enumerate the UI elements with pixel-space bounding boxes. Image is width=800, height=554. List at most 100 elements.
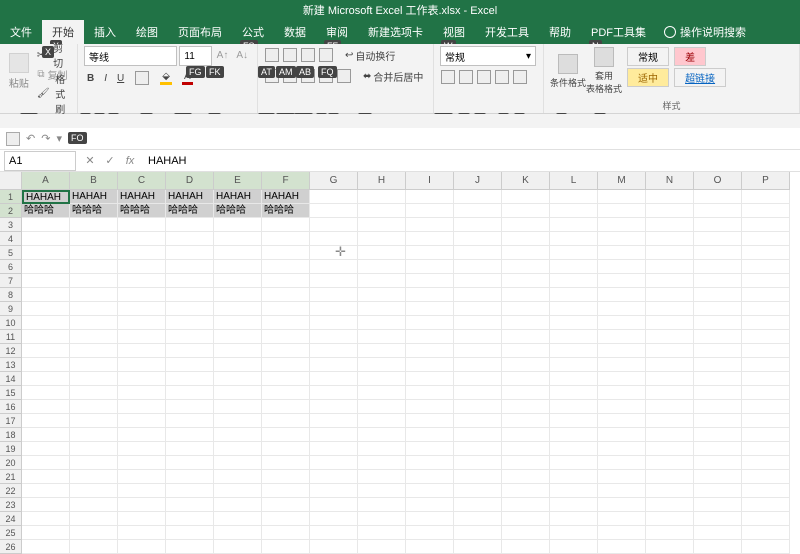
cell[interactable] — [742, 428, 790, 442]
cell[interactable] — [742, 330, 790, 344]
cell[interactable] — [454, 316, 502, 330]
cell[interactable] — [646, 456, 694, 470]
cell[interactable] — [358, 344, 406, 358]
cell[interactable] — [454, 232, 502, 246]
cell[interactable] — [70, 260, 118, 274]
row-header[interactable]: 23 — [0, 498, 22, 512]
cell[interactable] — [598, 274, 646, 288]
cell[interactable] — [454, 288, 502, 302]
font-name-dropdown[interactable]: 等线 — [84, 46, 177, 66]
underline-button[interactable]: U — [114, 69, 127, 87]
col-header-L[interactable]: L — [550, 172, 598, 190]
cell[interactable] — [646, 204, 694, 218]
cell[interactable] — [598, 218, 646, 232]
row-header[interactable]: 25 — [0, 526, 22, 540]
paste-button[interactable]: 粘贴 — [6, 46, 32, 96]
cell[interactable] — [118, 428, 166, 442]
cell[interactable] — [454, 400, 502, 414]
cell[interactable] — [502, 302, 550, 316]
style-normal[interactable]: 常规 — [627, 47, 669, 66]
cell[interactable] — [214, 316, 262, 330]
cell[interactable] — [406, 470, 454, 484]
cell[interactable] — [70, 274, 118, 288]
cell[interactable] — [310, 190, 358, 204]
cell[interactable] — [406, 274, 454, 288]
cell[interactable] — [214, 372, 262, 386]
cell[interactable] — [310, 232, 358, 246]
increase-font-button[interactable]: A↑ — [214, 46, 232, 64]
cell[interactable] — [70, 372, 118, 386]
cell[interactable] — [262, 386, 310, 400]
border-button[interactable] — [131, 69, 153, 87]
cell[interactable]: 哈哈哈 — [214, 204, 262, 218]
cell[interactable] — [598, 526, 646, 540]
cell[interactable] — [550, 400, 598, 414]
row-header[interactable]: 4 — [0, 232, 22, 246]
cell[interactable] — [358, 428, 406, 442]
cell[interactable] — [166, 218, 214, 232]
cell[interactable] — [694, 442, 742, 456]
cell[interactable] — [502, 260, 550, 274]
cell[interactable] — [694, 204, 742, 218]
inc-decimal-icon[interactable] — [495, 70, 509, 84]
cell[interactable] — [502, 190, 550, 204]
cell[interactable] — [646, 400, 694, 414]
row-header[interactable]: 8 — [0, 288, 22, 302]
cell[interactable] — [22, 442, 70, 456]
cell[interactable] — [598, 400, 646, 414]
cell[interactable] — [406, 414, 454, 428]
currency-icon[interactable] — [441, 70, 455, 84]
cell[interactable] — [118, 470, 166, 484]
cell[interactable] — [406, 218, 454, 232]
cell[interactable] — [22, 260, 70, 274]
cell[interactable] — [166, 232, 214, 246]
cell[interactable] — [550, 246, 598, 260]
cell[interactable] — [406, 358, 454, 372]
cell[interactable] — [406, 442, 454, 456]
cell[interactable] — [118, 386, 166, 400]
cell[interactable] — [214, 442, 262, 456]
cell[interactable] — [742, 316, 790, 330]
cell[interactable] — [598, 190, 646, 204]
cell[interactable] — [118, 232, 166, 246]
cell[interactable] — [742, 344, 790, 358]
cell[interactable] — [598, 260, 646, 274]
col-header-B[interactable]: B — [70, 172, 118, 190]
cell[interactable] — [262, 316, 310, 330]
cell[interactable] — [550, 274, 598, 288]
cell[interactable] — [358, 302, 406, 316]
col-header-N[interactable]: N — [646, 172, 694, 190]
cell[interactable] — [406, 330, 454, 344]
cell[interactable] — [598, 358, 646, 372]
cell[interactable] — [550, 232, 598, 246]
format-painter-button[interactable]: 🖌格式刷 — [34, 84, 71, 102]
cell[interactable] — [502, 386, 550, 400]
cell[interactable] — [358, 442, 406, 456]
tab-页面布局[interactable]: 页面布局 — [168, 20, 232, 44]
cell[interactable] — [358, 218, 406, 232]
cell[interactable] — [214, 260, 262, 274]
cell[interactable] — [646, 386, 694, 400]
row-header[interactable]: 22 — [0, 484, 22, 498]
cell[interactable] — [646, 232, 694, 246]
tab-数据[interactable]: 数据 — [274, 20, 316, 44]
cell[interactable] — [454, 204, 502, 218]
cell[interactable] — [214, 386, 262, 400]
cell[interactable] — [502, 526, 550, 540]
cell[interactable] — [262, 372, 310, 386]
cell[interactable]: HAHAH — [118, 190, 166, 204]
cell[interactable] — [694, 526, 742, 540]
cell[interactable] — [358, 358, 406, 372]
cell[interactable] — [406, 498, 454, 512]
col-header-A[interactable]: A — [22, 172, 70, 190]
cell[interactable] — [358, 414, 406, 428]
cell[interactable] — [310, 442, 358, 456]
cell[interactable] — [22, 456, 70, 470]
cell[interactable] — [214, 470, 262, 484]
cell[interactable] — [694, 232, 742, 246]
cell[interactable]: 哈哈哈 — [70, 204, 118, 218]
cell[interactable] — [646, 540, 694, 554]
cell[interactable] — [646, 372, 694, 386]
cell[interactable] — [358, 498, 406, 512]
cell[interactable] — [118, 442, 166, 456]
